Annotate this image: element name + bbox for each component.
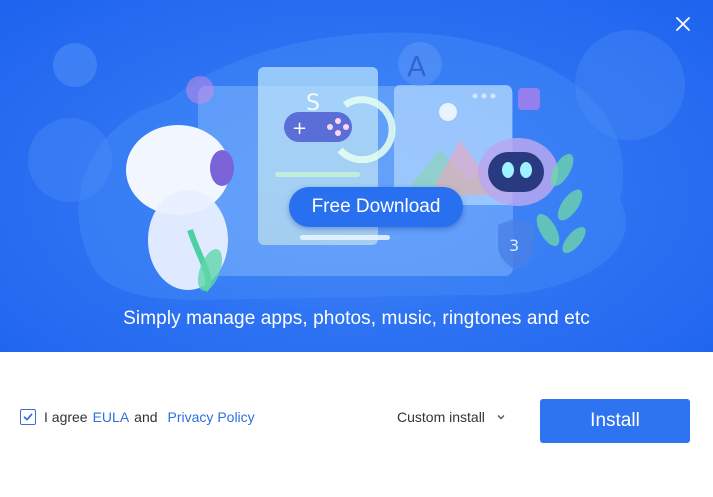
checkmark-icon bbox=[23, 413, 33, 421]
agree-text: I agree bbox=[44, 409, 88, 425]
close-icon bbox=[676, 17, 690, 31]
and-text: and bbox=[134, 409, 158, 425]
chevron-down-icon bbox=[497, 415, 505, 420]
eula-link[interactable]: EULA bbox=[93, 409, 130, 425]
privacy-policy-link[interactable]: Privacy Policy bbox=[168, 409, 255, 425]
promo-banner: S + A 3 Free Download Simply manage apps… bbox=[0, 0, 713, 352]
close-button[interactable] bbox=[671, 12, 695, 36]
shield-number: 3 bbox=[509, 236, 519, 255]
banner-illustration: S + A 3 bbox=[28, 30, 685, 300]
agreement-row: I agree EULA and Privacy Policy bbox=[20, 409, 255, 425]
custom-install-toggle[interactable]: Custom install bbox=[397, 409, 507, 425]
tagline: Simply manage apps, photos, music, ringt… bbox=[123, 308, 590, 329]
free-download-button[interactable]: Free Download bbox=[289, 187, 463, 227]
custom-install-label: Custom install bbox=[397, 409, 485, 425]
install-button[interactable]: Install bbox=[540, 399, 690, 443]
svg-text:+: + bbox=[292, 118, 307, 139]
agree-checkbox[interactable] bbox=[20, 409, 36, 425]
footer-bar: I agree EULA and Privacy Policy Custom i… bbox=[0, 352, 713, 497]
app-store-icon: A bbox=[398, 42, 442, 86]
robot-icon bbox=[478, 138, 558, 206]
svg-text:A: A bbox=[407, 50, 426, 83]
